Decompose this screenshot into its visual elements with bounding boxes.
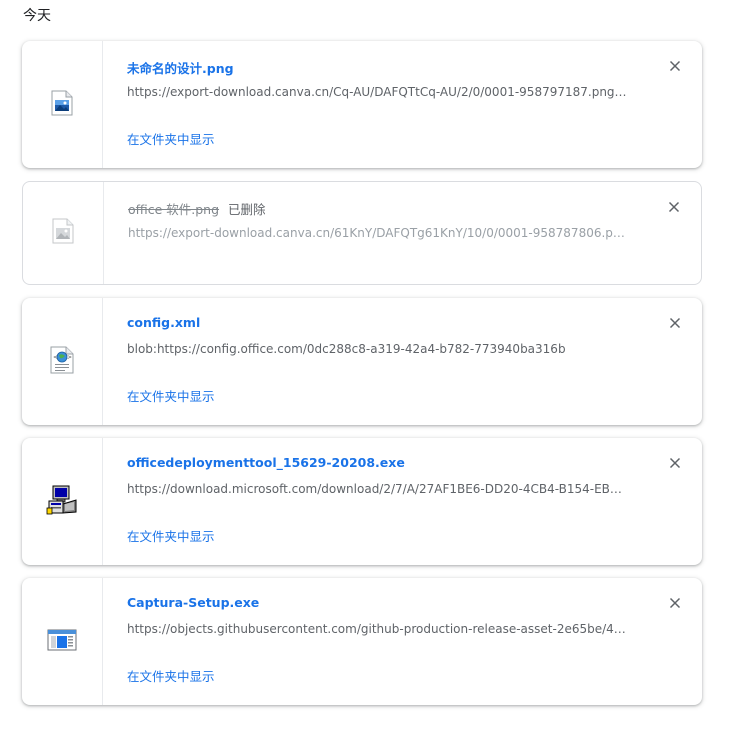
image-file-icon-dimmed	[52, 218, 74, 248]
download-url: blob:https://config.office.com/0dc288c8-…	[127, 342, 566, 356]
download-filename: office 软件.png	[128, 202, 220, 217]
xml-file-icon: < >	[50, 346, 74, 378]
show-in-folder-link[interactable]: 在文件夹中显示	[127, 526, 215, 545]
download-card-deleted: office 软件.png 已删除 https://export-downloa…	[22, 181, 702, 285]
image-file-icon	[51, 90, 73, 120]
section-title-today: 今天	[23, 8, 51, 24]
close-icon	[669, 457, 681, 469]
download-card: Captura-Setup.exe https://objects.github…	[22, 578, 702, 705]
download-url: https://download.microsoft.com/download/…	[127, 482, 627, 496]
close-icon	[669, 60, 681, 72]
svg-text:>: >	[67, 354, 72, 361]
download-card: < > config.xml blob:https://config.offic…	[22, 298, 702, 425]
installer-exe-icon	[45, 484, 79, 520]
download-card: officedeploymenttool_15629-20208.exe htt…	[22, 438, 702, 565]
app-window-icon	[47, 629, 77, 655]
remove-download-button[interactable]	[668, 316, 682, 330]
remove-download-button[interactable]	[668, 456, 682, 470]
download-filename[interactable]: officedeploymenttool_15629-20208.exe	[127, 455, 405, 470]
remove-download-button[interactable]	[668, 596, 682, 610]
show-in-folder-link[interactable]: 在文件夹中显示	[127, 386, 215, 405]
show-in-folder-link[interactable]: 在文件夹中显示	[127, 666, 215, 685]
download-filename[interactable]: config.xml	[127, 315, 200, 330]
remove-download-button[interactable]	[667, 200, 681, 214]
svg-text:<: <	[53, 354, 58, 361]
remove-download-button[interactable]	[668, 59, 682, 73]
download-filename[interactable]: 未命名的设计.png	[127, 58, 234, 77]
close-icon	[668, 201, 680, 213]
deleted-status: 已删除	[228, 202, 266, 217]
download-url: https://export-download.canva.cn/61KnY/D…	[128, 226, 628, 240]
download-url: https://objects.githubusercontent.com/gi…	[127, 622, 627, 636]
close-icon	[669, 597, 681, 609]
download-card: 未命名的设计.png https://export-download.canva…	[22, 41, 702, 168]
download-url: https://export-download.canva.cn/Cq-AU/D…	[127, 85, 627, 99]
close-icon	[669, 317, 681, 329]
download-filename[interactable]: Captura-Setup.exe	[127, 595, 259, 610]
show-in-folder-link[interactable]: 在文件夹中显示	[127, 129, 215, 148]
